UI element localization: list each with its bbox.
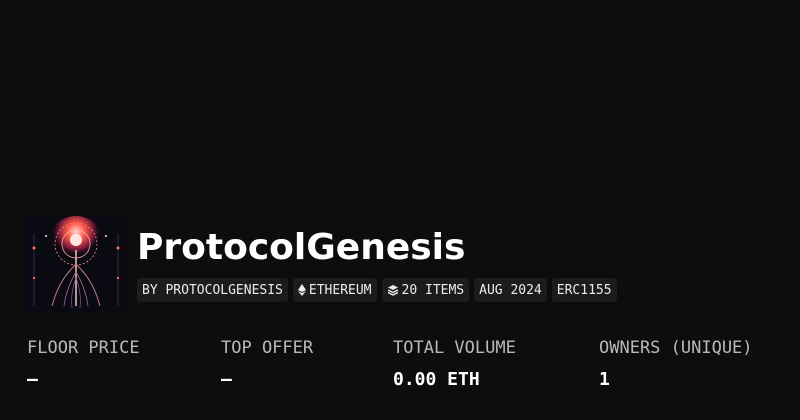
- owners-label: OWNERS (UNIQUE): [599, 338, 753, 358]
- items-tag: 20 ITEMS: [381, 278, 470, 302]
- neural-tree-artwork-icon: [26, 214, 126, 314]
- items-label: 20 ITEMS: [401, 282, 465, 298]
- total-volume-value: 0.00 ETH: [393, 369, 480, 390]
- owners-value: 1: [599, 369, 610, 390]
- stat-top-offer: TOP OFFER —: [221, 336, 313, 392]
- chain-label: ETHEREUM: [308, 282, 372, 298]
- floor-price-value: —: [27, 369, 38, 390]
- standard-label: ERC1155: [556, 282, 612, 298]
- stat-floor-price: FLOOR PRICE —: [27, 336, 140, 392]
- creator-tag[interactable]: BY PROTOCOLGENESIS: [137, 278, 288, 302]
- date-tag: AUG 2024: [474, 278, 547, 302]
- collection-title: ProtocolGenesis: [137, 227, 466, 268]
- standard-tag: ERC1155: [551, 278, 617, 302]
- collection-avatar: [26, 214, 126, 314]
- top-offer-label: TOP OFFER: [221, 338, 314, 358]
- collection-header: ProtocolGenesis BY PROTOCOLGENESIS ETHER…: [0, 0, 800, 420]
- creator-label: BY PROTOCOLGENESIS: [142, 282, 283, 298]
- collection-tags: BY PROTOCOLGENESIS ETHEREUM 20 ITEMS AUG…: [137, 278, 617, 302]
- ethereum-diamond-icon: [297, 284, 306, 296]
- date-label: AUG 2024: [479, 282, 542, 298]
- floor-price-label: FLOOR PRICE: [27, 338, 140, 358]
- stat-owners: OWNERS (UNIQUE) 1: [599, 336, 753, 392]
- total-volume-label: TOTAL VOLUME: [393, 338, 516, 358]
- stat-total-volume: TOTAL VOLUME 0.00 ETH: [393, 336, 516, 392]
- chain-tag: ETHEREUM: [292, 278, 377, 302]
- top-offer-value: —: [221, 369, 232, 390]
- layers-icon: [387, 284, 399, 296]
